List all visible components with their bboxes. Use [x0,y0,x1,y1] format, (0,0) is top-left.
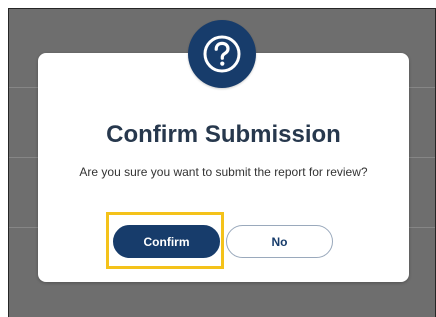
no-button[interactable]: No [226,225,333,258]
dialog-title: Confirm Submission [106,121,341,148]
question-mark-icon [203,35,241,73]
dialog-message: Are you sure you want to submit the repo… [79,165,368,179]
confirm-button[interactable]: Confirm [113,225,220,258]
question-circle-icon [188,20,256,88]
